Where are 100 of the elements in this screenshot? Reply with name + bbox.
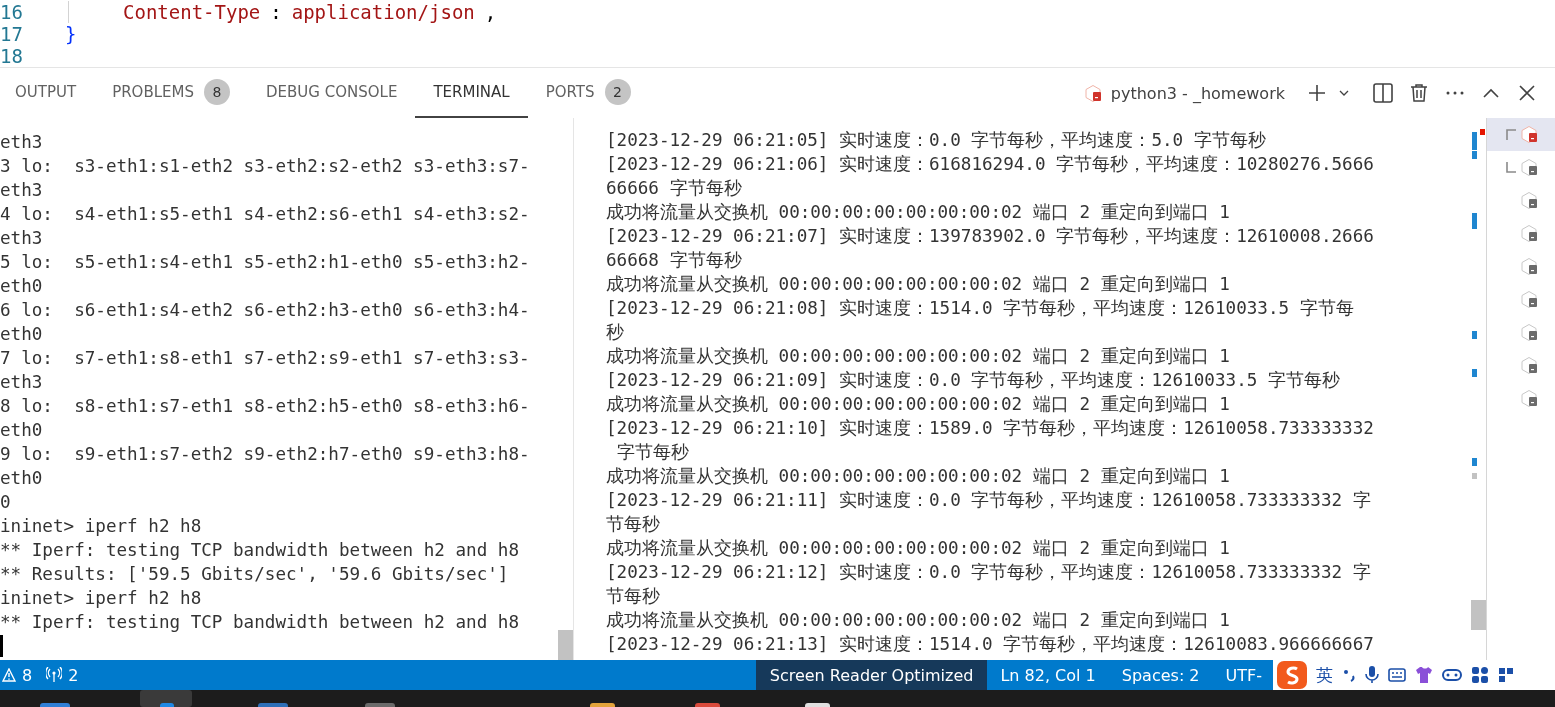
terminal-line: 成功将流量从交换机 00:00:00:00:00:00:00:02 端口 2 重定向到端口 1	[606, 345, 1231, 368]
terminal-line: 节每秒	[606, 585, 661, 608]
panel-tab[interactable]: TERMINAL	[415, 68, 528, 118]
taskbar-active-highlight[interactable]	[140, 690, 192, 707]
code-string: Content-Type	[123, 1, 261, 23]
line-number: 17	[0, 23, 24, 45]
microphone-icon[interactable]	[1365, 666, 1379, 684]
terminal-line: 0	[0, 491, 12, 514]
terminal-line: [2023-12-29 06:21:13] 实时速度：1514.0 字节每秒，平均速度：12610083.966666667	[606, 633, 1375, 656]
line-number: 18	[0, 45, 24, 67]
terminal-line: 成功将流量从交换机 00:00:00:00:00:00:00:02 端口 2 重定向到端口 1	[606, 465, 1231, 488]
terminal-icon	[1520, 290, 1539, 309]
terminal-line: 3 lo: s3-eth1:s1-eth2 s3-eth2:s2-eth2 s3-eth3:s7-	[0, 155, 531, 178]
terminal-line: 成功将流量从交换机 00:00:00:00:00:00:00:02 端口 2 重定向到端口 1	[606, 393, 1231, 416]
status-item[interactable]: 2	[46, 665, 79, 685]
scroll-marker	[1472, 369, 1477, 377]
panel-tab[interactable]: PORTS 2	[527, 68, 649, 118]
terminal-line: eth0	[0, 275, 44, 298]
terminal-line: 8 lo: s8-eth1:s7-eth1 s8-eth2:h5-eth0 s8-eth3:h6-	[0, 395, 531, 418]
terminal-icon	[1520, 125, 1539, 144]
terminal-line: [2023-12-29 06:21:05] 实时速度：0.0 字节每秒，平均速度：5.0 字节每秒	[606, 129, 1267, 152]
terminal-line: 4 lo: s4-eth1:s5-eth1 s4-eth2:s6-eth1 s4-eth3:s2-	[0, 203, 531, 226]
terminal-line: 成功将流量从交换机 00:00:00:00:00:00:00:02 端口 2 重定向到端口 1	[606, 201, 1231, 224]
terminal-line: 节每秒	[606, 513, 661, 536]
scrollbar-thumb[interactable]	[1471, 600, 1486, 630]
terminal-line: ininet> iperf h2 h8	[0, 515, 203, 538]
status-item[interactable]: Spaces: 2	[1108, 660, 1213, 690]
terminal-line: 秒	[606, 321, 625, 344]
shirt-icon[interactable]	[1415, 666, 1433, 684]
input-mode[interactable]: 英	[1316, 663, 1333, 687]
split-icon[interactable]	[1373, 83, 1393, 103]
terminal-line: [2023-12-29 06:21:06] 实时速度：616816294.0 字节每秒，平均速度：10280276.5666	[606, 153, 1375, 176]
terminal-line: eth3	[0, 179, 44, 202]
plus-icon[interactable]	[1307, 83, 1327, 103]
code-punctuation: :	[270, 1, 282, 23]
terminal-line: ** Iperf: testing TCP bandwidth between h2 and h8	[0, 611, 521, 634]
terminal-line: [2023-12-29 06:21:09] 实时速度：0.0 字节每秒，平均速度：12610033.5 字节每秒	[606, 369, 1341, 392]
status-item[interactable]: 8	[2, 665, 33, 685]
terminal-icon	[1520, 224, 1539, 243]
code-punctuation: ,	[484, 1, 497, 23]
split-bracket-icon	[1506, 162, 1516, 173]
terminal-line: eth3	[0, 131, 44, 154]
terminal-line: 成功将流量从交换机 00:00:00:00:00:00:00:02 端口 2 重定向到端口 1	[606, 609, 1231, 632]
terminal-line: 9 lo: s9-eth1:s7-eth2 s9-eth2:h7-eth0 s9-eth3:h8-	[0, 443, 531, 466]
terminal-line: ** Results: ['59.5 Gbits/sec', '59.6 Gbits/sec']	[0, 563, 510, 586]
close-icon[interactable]	[1519, 85, 1535, 101]
status-item[interactable]: UTF-	[1212, 660, 1275, 690]
grid-icon[interactable]	[1471, 666, 1489, 684]
scroll-marker	[1472, 473, 1477, 479]
trash-icon[interactable]	[1410, 83, 1428, 103]
code-string: application/json	[291, 1, 475, 23]
terminal-line: eth3	[0, 371, 44, 394]
more-apps-icon[interactable]	[1498, 667, 1514, 683]
terminal-line: eth0	[0, 467, 44, 490]
terminal-name[interactable]: python3 - _homework	[1110, 83, 1285, 103]
line-number: 16	[0, 1, 24, 23]
terminal-icon	[1520, 323, 1539, 342]
terminal-list-item[interactable]	[1487, 118, 1555, 151]
scroll-marker	[1472, 458, 1477, 466]
terminal-line: 66666 字节每秒	[606, 177, 743, 200]
count-badge: 2	[604, 79, 631, 105]
terminal-icon	[1520, 191, 1539, 210]
terminal-line: [2023-12-29 06:21:11] 实时速度：0.0 字节每秒，平均速度：12610058.733333332 字	[606, 489, 1372, 512]
broadcast-icon	[46, 667, 63, 683]
terminal-line: 字节每秒	[615, 441, 690, 464]
gamepad-icon[interactable]	[1442, 666, 1462, 684]
scroll-marker	[1472, 213, 1477, 229]
keyboard-icon[interactable]	[1388, 667, 1406, 683]
panel-tab[interactable]: OUTPUT	[0, 68, 95, 118]
split-bracket-icon	[1506, 129, 1516, 140]
terminal-cursor	[0, 635, 3, 657]
status-item[interactable]: Screen Reader Optimized	[755, 660, 988, 690]
code-brace: }	[65, 23, 77, 45]
panel-tab[interactable]: PROBLEMS 8	[94, 68, 248, 118]
terminal-line: 6 lo: s6-eth1:s4-eth2 s6-eth2:h3-eth0 s6-eth3:h4-	[0, 299, 531, 322]
terminal-line: [2023-12-29 06:21:10] 实时速度：1589.0 字节每秒，平均速度：12610058.733333332	[606, 417, 1375, 440]
terminal-line: ** Iperf: testing TCP bandwidth between h2 and h8	[0, 539, 521, 562]
terminal-line: [2023-12-29 06:21:08] 实时速度：1514.0 字节每秒，平均速度：12610033.5 字节每	[606, 297, 1355, 320]
punctuation-icon[interactable]	[1342, 668, 1356, 682]
terminal-line: [2023-12-29 06:21:12] 实时速度：0.0 字节每秒，平均速度：12610058.733333332 字	[606, 561, 1372, 584]
terminal-line: 7 lo: s7-eth1:s8-eth1 s7-eth2:s9-eth1 s7-eth3:s3-	[0, 347, 531, 370]
terminal-icon	[1520, 356, 1539, 375]
count-badge: 8	[204, 79, 230, 105]
warning-icon	[2, 668, 16, 682]
terminal-line: ininet> iperf h2 h8	[0, 587, 203, 610]
panel-tab[interactable]: DEBUG CONSOLE	[248, 68, 416, 118]
terminal-line: 成功将流量从交换机 00:00:00:00:00:00:00:02 端口 2 重定向到端口 1	[606, 537, 1231, 560]
scroll-marker	[1472, 331, 1477, 339]
terminal-icon	[1083, 83, 1103, 103]
terminal-icon	[1520, 257, 1539, 276]
status-item[interactable]: Ln 82, Col 1	[987, 660, 1109, 690]
chevron-up-icon[interactable]	[1483, 88, 1499, 98]
terminal-line: eth0	[0, 323, 44, 346]
terminal-line: 66668 字节每秒	[606, 249, 743, 272]
terminal-icon	[1520, 158, 1539, 177]
terminal-line: eth3	[0, 227, 44, 250]
more-icon[interactable]	[1446, 91, 1464, 95]
scrollbar-thumb[interactable]	[558, 630, 573, 660]
terminal-line: [2023-12-29 06:21:07] 实时速度：139783902.0 字节每秒，平均速度：12610008.2666	[606, 225, 1375, 248]
terminal-line: 5 lo: s5-eth1:s4-eth1 s5-eth2:h1-eth0 s5-eth3:h2-	[0, 251, 531, 274]
